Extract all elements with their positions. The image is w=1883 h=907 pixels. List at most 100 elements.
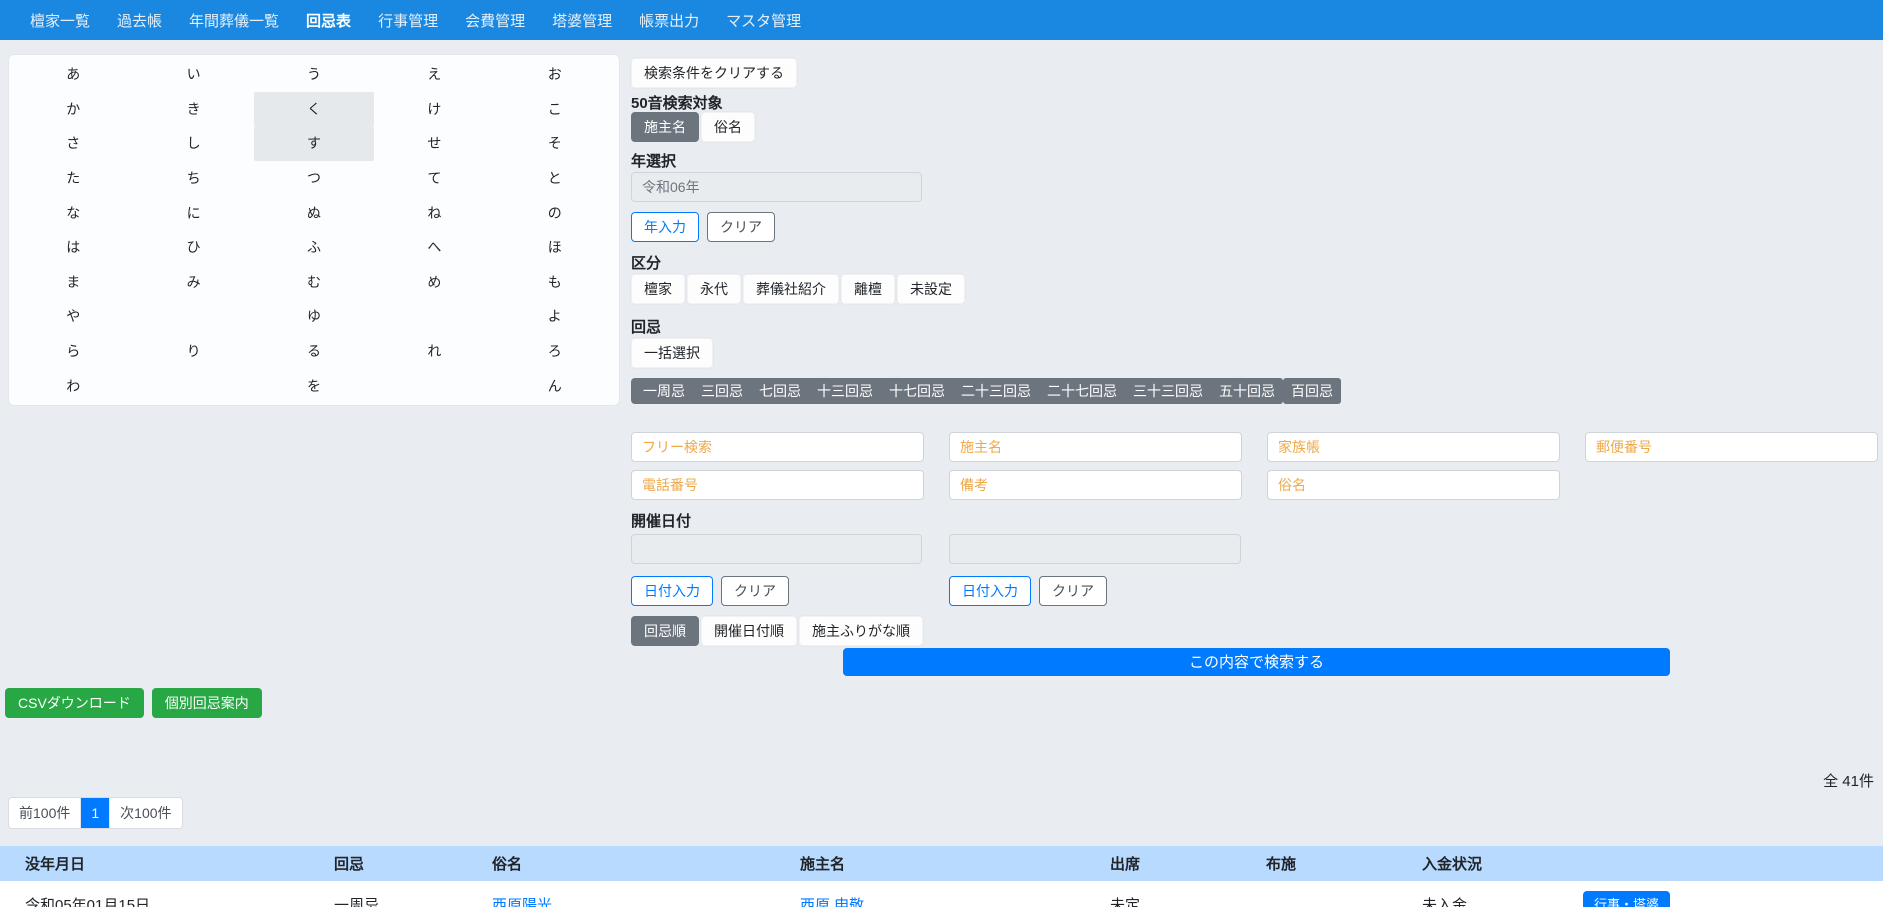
sort-by-kaiki-button[interactable]: 回忌順	[631, 616, 699, 646]
kana-cell-n[interactable]: ん	[495, 368, 615, 403]
kana-cell-ta[interactable]: た	[13, 161, 133, 196]
kana-cell-sa[interactable]: さ	[13, 126, 133, 161]
date-to-clear-button[interactable]: クリア	[1039, 576, 1107, 606]
kana-cell-mu[interactable]: む	[254, 265, 374, 300]
kana-cell-me[interactable]: め	[374, 265, 494, 300]
individual-kaiki-notice-button[interactable]: 個別回忌案内	[152, 688, 262, 718]
kaiki-bulk-select-button[interactable]: 一括選択	[631, 338, 713, 368]
nav-item-kaiki-table[interactable]: 回忌表	[306, 10, 351, 31]
kana-cell-ha[interactable]: は	[13, 230, 133, 265]
kana-cell-shi[interactable]: し	[133, 126, 253, 161]
kana-cell-hi[interactable]: ひ	[133, 230, 253, 265]
kubun-danka-button[interactable]: 檀家	[631, 274, 685, 304]
pagination-next-button[interactable]: 次100件	[110, 798, 181, 828]
nav-item-toba-management[interactable]: 塔婆管理	[552, 10, 612, 31]
kana-cell-mo[interactable]: も	[495, 265, 615, 300]
kana-cell-yo[interactable]: よ	[495, 299, 615, 334]
owner-name-link[interactable]: 西原 申敬	[800, 897, 864, 907]
kana-cell-ra[interactable]: ら	[13, 334, 133, 369]
year-input[interactable]	[631, 172, 922, 202]
nav-item-fee-management[interactable]: 会費管理	[465, 10, 525, 31]
event-date-from-input[interactable]	[631, 534, 922, 564]
kaiki-3rd-button[interactable]: 三回忌	[693, 378, 751, 404]
common-name-link[interactable]: 西原陽光	[492, 897, 552, 907]
date-from-clear-button[interactable]: クリア	[721, 576, 789, 606]
kana-cell-so[interactable]: そ	[495, 126, 615, 161]
kana-cell-wo[interactable]: を	[254, 368, 374, 403]
kana-cell-o[interactable]: お	[495, 57, 615, 92]
kana-cell-ma[interactable]: ま	[13, 265, 133, 300]
kana-cell-u[interactable]: う	[254, 57, 374, 92]
sort-by-event-date-button[interactable]: 開催日付順	[701, 616, 797, 646]
kana-cell-re[interactable]: れ	[374, 334, 494, 369]
year-enter-button[interactable]: 年入力	[631, 212, 699, 242]
kana-cell-ke[interactable]: け	[374, 92, 494, 127]
kana-cell-i[interactable]: い	[133, 57, 253, 92]
kana-cell-ko[interactable]: こ	[495, 92, 615, 127]
clear-search-conditions-button[interactable]: 検索条件をクリアする	[631, 58, 797, 88]
common-name-input[interactable]	[1267, 470, 1560, 500]
kaiki-17th-button[interactable]: 十七回忌	[881, 378, 953, 404]
csv-download-button[interactable]: CSVダウンロード	[5, 688, 144, 718]
pagination-prev-button[interactable]: 前100件	[9, 798, 81, 828]
kana-cell-ni[interactable]: に	[133, 195, 253, 230]
kana-cell-he[interactable]: へ	[374, 230, 494, 265]
event-toba-button[interactable]: 行事・塔婆	[1583, 891, 1670, 907]
kana-cell-ka[interactable]: か	[13, 92, 133, 127]
nav-item-master-management[interactable]: マスタ管理	[726, 10, 801, 31]
kana-cell-su[interactable]: す	[254, 126, 374, 161]
kana-cell-ya[interactable]: や	[13, 299, 133, 334]
kana-target-common-name-button[interactable]: 俗名	[701, 112, 755, 142]
kaiki-27th-button[interactable]: 二十七回忌	[1039, 378, 1125, 404]
owner-name-input[interactable]	[949, 432, 1242, 462]
search-submit-button[interactable]: この内容で検索する	[843, 648, 1670, 676]
kaiki-23rd-button[interactable]: 二十三回忌	[953, 378, 1039, 404]
kaiki-33rd-button[interactable]: 三十三回忌	[1125, 378, 1211, 404]
kana-cell-ro[interactable]: ろ	[495, 334, 615, 369]
kubun-unset-button[interactable]: 未設定	[897, 274, 965, 304]
nav-item-kakocho[interactable]: 過去帳	[117, 10, 162, 31]
kaiki-1st-button[interactable]: 一周忌	[635, 378, 693, 404]
date-from-enter-button[interactable]: 日付入力	[631, 576, 713, 606]
kaiki-50th-button[interactable]: 五十回忌	[1211, 378, 1283, 404]
family-book-input[interactable]	[1267, 432, 1560, 462]
nav-item-annual-funerals[interactable]: 年間葬儀一覧	[189, 10, 279, 31]
kana-cell-no[interactable]: の	[495, 195, 615, 230]
kana-cell-tsu[interactable]: つ	[254, 161, 374, 196]
kubun-funeral-referral-button[interactable]: 葬儀社紹介	[743, 274, 839, 304]
kana-cell-ri[interactable]: り	[133, 334, 253, 369]
kaiki-13th-button[interactable]: 十三回忌	[809, 378, 881, 404]
event-date-to-input[interactable]	[949, 534, 1241, 564]
kana-cell-ne[interactable]: ね	[374, 195, 494, 230]
nav-item-event-management[interactable]: 行事管理	[378, 10, 438, 31]
kana-cell-ho[interactable]: ほ	[495, 230, 615, 265]
kana-cell-e[interactable]: え	[374, 57, 494, 92]
kana-cell-chi[interactable]: ち	[133, 161, 253, 196]
nav-item-report-output[interactable]: 帳票出力	[639, 10, 699, 31]
kana-cell-wa[interactable]: わ	[13, 368, 133, 403]
kana-cell-ku[interactable]: く	[254, 92, 374, 127]
kana-cell-se[interactable]: せ	[374, 126, 494, 161]
kana-cell-te[interactable]: て	[374, 161, 494, 196]
kana-cell-ki[interactable]: き	[133, 92, 253, 127]
date-to-enter-button[interactable]: 日付入力	[949, 576, 1031, 606]
kana-cell-fu[interactable]: ふ	[254, 230, 374, 265]
kana-cell-nu[interactable]: ぬ	[254, 195, 374, 230]
kana-cell-na[interactable]: な	[13, 195, 133, 230]
year-clear-button[interactable]: クリア	[707, 212, 775, 242]
nav-item-danka-list[interactable]: 檀家一覧	[30, 10, 90, 31]
kubun-eitai-button[interactable]: 永代	[687, 274, 741, 304]
kaiki-7th-button[interactable]: 七回忌	[751, 378, 809, 404]
kana-cell-yu[interactable]: ゆ	[254, 299, 374, 334]
phone-number-input[interactable]	[631, 470, 924, 500]
kana-target-owner-button[interactable]: 施主名	[631, 112, 699, 142]
remarks-input[interactable]	[949, 470, 1242, 500]
kana-cell-a[interactable]: あ	[13, 57, 133, 92]
postal-code-input[interactable]	[1585, 432, 1878, 462]
kana-cell-mi[interactable]: み	[133, 265, 253, 300]
kaiki-100th-button[interactable]: 百回忌	[1283, 378, 1341, 404]
sort-by-owner-furigana-button[interactable]: 施主ふりがな順	[799, 616, 923, 646]
kubun-ridan-button[interactable]: 離檀	[841, 274, 895, 304]
kana-cell-ru[interactable]: る	[254, 334, 374, 369]
pagination-current-page[interactable]: 1	[81, 798, 110, 828]
